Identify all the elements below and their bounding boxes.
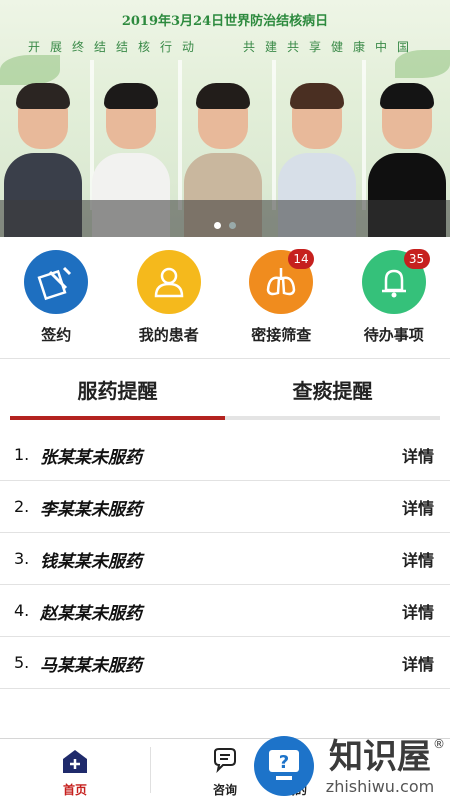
badge-count: 35 bbox=[403, 249, 430, 269]
leaf-decoration bbox=[0, 55, 60, 85]
banner-pillar bbox=[362, 60, 366, 210]
list-item[interactable]: 1. 张某某未服药 详情 bbox=[0, 429, 450, 481]
item-name: 李某某未服药 bbox=[40, 500, 142, 520]
svg-text:zhishiwu.com: zhishiwu.com bbox=[326, 777, 434, 796]
item-index: 1. bbox=[14, 445, 30, 464]
watermark-logo-icon: ? 知识屋 ® zhishiwu.com bbox=[254, 736, 445, 796]
section-divider bbox=[0, 358, 450, 359]
banner-slogan-left: 开展终结结核行动 bbox=[28, 40, 205, 54]
banner-title: 2019年3月24日世界防治结核病日 bbox=[121, 14, 329, 29]
action-my-patients[interactable]: 我的患者 bbox=[113, 237, 226, 358]
action-contact-screening[interactable]: 14 密接筛查 bbox=[225, 237, 338, 358]
item-index: 2. bbox=[14, 497, 30, 516]
tab-indicator bbox=[10, 416, 225, 420]
item-name: 钱某某未服药 bbox=[40, 552, 142, 572]
item-index: 3. bbox=[14, 549, 30, 568]
watermark: ? 知识屋 ® zhishiwu.com bbox=[252, 728, 450, 800]
svg-text:®: ® bbox=[433, 737, 445, 751]
person-icon bbox=[136, 250, 201, 314]
svg-text:?: ? bbox=[279, 752, 289, 773]
detail-link[interactable]: 详情 bbox=[402, 547, 434, 571]
item-name: 赵某某未服药 bbox=[40, 604, 142, 624]
reminder-list: 1. 张某某未服药 详情 2. 李某某未服药 详情 3. 钱某某未服药 详情 4… bbox=[0, 429, 450, 689]
list-item[interactable]: 5. 马某某未服药 详情 bbox=[0, 637, 450, 689]
carousel-indicator bbox=[0, 214, 450, 233]
svg-text:知识屋: 知识屋 bbox=[329, 737, 431, 777]
banner-pillar bbox=[178, 60, 182, 210]
action-label: 我的患者 bbox=[138, 326, 199, 344]
banner-slogan-right: 共建共享健康中国 bbox=[243, 40, 420, 54]
item-name: 张某某未服药 bbox=[40, 448, 142, 468]
item-name: 马某某未服药 bbox=[40, 656, 142, 676]
detail-link[interactable]: 详情 bbox=[402, 599, 434, 623]
reminder-tabs: 服药提醒 查痰提醒 bbox=[10, 360, 440, 420]
tab-sputum-reminder[interactable]: 查痰提醒 bbox=[225, 375, 440, 404]
action-label: 密接筛查 bbox=[251, 326, 312, 344]
item-index: 4. bbox=[14, 601, 30, 620]
item-index: 5. bbox=[14, 653, 30, 672]
action-sign[interactable]: 签约 bbox=[0, 237, 113, 358]
sign-document-icon bbox=[24, 250, 88, 314]
carousel-dot[interactable] bbox=[229, 222, 236, 229]
banner-carousel[interactable]: 2019年3月24日世界防治结核病日 开展终结结核行动 共建共享健康中国 bbox=[0, 0, 450, 237]
carousel-dot-active[interactable] bbox=[214, 222, 221, 229]
list-item[interactable]: 2. 李某某未服药 详情 bbox=[0, 481, 450, 533]
chat-icon bbox=[214, 748, 236, 774]
action-label: 待办事项 bbox=[363, 326, 424, 344]
action-todo[interactable]: 35 待办事项 bbox=[338, 237, 450, 358]
list-item[interactable]: 3. 钱某某未服药 详情 bbox=[0, 533, 450, 585]
badge-count: 14 bbox=[288, 249, 314, 269]
quick-actions: 签约 我的患者 14 密接筛查 35 待办事项 bbox=[0, 237, 450, 358]
nav-home[interactable]: 首页 bbox=[0, 739, 150, 800]
tab-medication-reminder[interactable]: 服药提醒 bbox=[10, 375, 225, 404]
detail-link[interactable]: 详情 bbox=[402, 651, 434, 675]
home-icon bbox=[63, 750, 87, 773]
detail-link[interactable]: 详情 bbox=[402, 495, 434, 519]
list-item[interactable]: 4. 赵某某未服药 详情 bbox=[0, 585, 450, 637]
action-label: 签约 bbox=[41, 326, 72, 344]
nav-label: 首页 bbox=[62, 783, 87, 797]
banner-pillar bbox=[272, 60, 276, 210]
detail-link[interactable]: 详情 bbox=[402, 443, 434, 467]
